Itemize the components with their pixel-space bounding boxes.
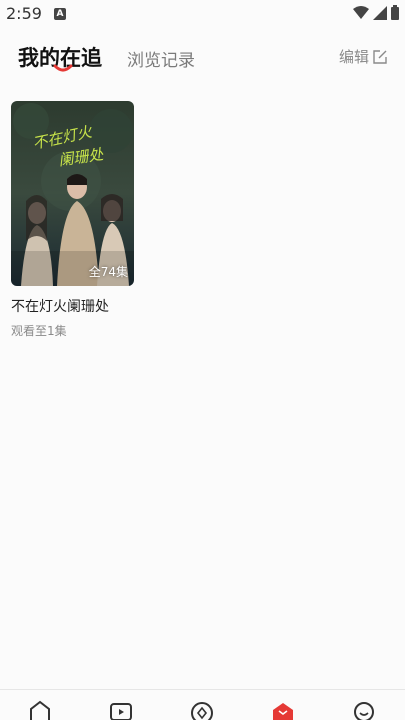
drama-title: 不在灯火阑珊处: [11, 299, 109, 315]
home-icon[interactable]: [28, 700, 52, 720]
header-tabs: 我的在追 浏览记录 编辑: [0, 36, 405, 86]
battery-icon: [391, 5, 399, 20]
notification-icon: A: [54, 8, 66, 20]
bottom-nav: [0, 689, 405, 720]
edit-label: 编辑: [338, 48, 369, 66]
active-tab-indicator: [53, 64, 73, 72]
profile-icon[interactable]: [352, 700, 376, 720]
drama-poster[interactable]: 不在灯火 阑珊处 全74集: [11, 101, 134, 286]
edit-button[interactable]: 编辑: [339, 46, 387, 67]
tab-history[interactable]: 浏览记录: [127, 46, 195, 71]
edit-icon: [373, 49, 387, 64]
play-icon[interactable]: [109, 700, 133, 720]
discover-icon[interactable]: [190, 700, 214, 720]
status-time: 2:59: [6, 4, 42, 23]
status-bar: 2:59 A: [0, 0, 405, 30]
episode-count-badge: 全74集: [88, 265, 128, 279]
wifi-icon: [353, 5, 369, 19]
following-icon[interactable]: [271, 700, 295, 720]
watch-progress: 观看至1集: [11, 324, 67, 338]
cell-signal-icon: [373, 5, 387, 20]
system-icons: [353, 5, 399, 20]
poster-image: 不在灯火 阑珊处: [11, 101, 134, 286]
drama-card[interactable]: 不在灯火 阑珊处 全74集 不在灯火阑珊处 观看至1集: [11, 101, 134, 339]
